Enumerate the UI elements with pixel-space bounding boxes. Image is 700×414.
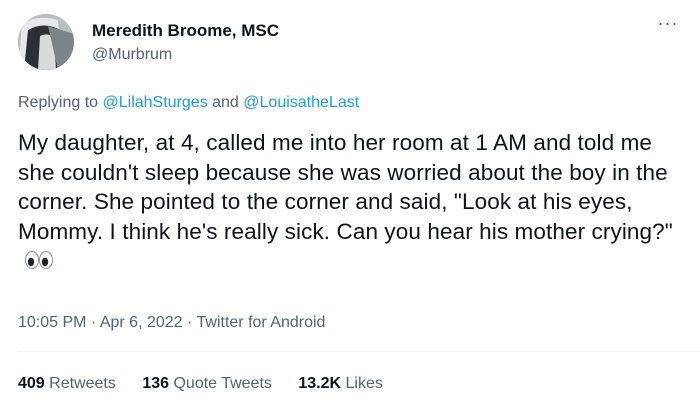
likes-stat[interactable]: 13.2K Likes [298,375,383,392]
tweet-time[interactable]: 10:05 PM [18,314,86,331]
tweet-source[interactable]: Twitter for Android [197,314,326,331]
tweet-header: Meredith Broome, MSC @Murbrum ··· [18,14,682,70]
retweets-label: Retweets [49,375,116,392]
profile-photo-icon [18,14,74,70]
tweet: Meredith Broome, MSC @Murbrum ··· Replyi… [0,0,700,414]
quote-tweets-count: 136 [142,375,170,392]
replying-to-joiner: and [207,94,244,111]
quote-tweets-label: Quote Tweets [173,375,272,392]
likes-count: 13.2K [298,375,342,392]
user-info: Meredith Broome, MSC @Murbrum [92,20,279,66]
replying-to: Replying to @LilahSturges and @Louisathe… [18,93,359,113]
mention-link[interactable]: @LouisatheLast [243,94,359,111]
retweets-stat[interactable]: 409 Retweets [18,375,116,392]
display-name[interactable]: Meredith Broome, MSC [92,20,279,42]
quote-tweets-stat[interactable]: 136 Quote Tweets [142,375,272,392]
replying-to-label: Replying to [18,94,103,111]
eyes-emoji-icon [24,247,54,277]
tweet-text-content: My daughter, at 4, called me into her ro… [18,130,673,244]
tweet-meta: 10:05 PM · Apr 6, 2022 · Twitter for And… [18,313,325,333]
likes-label: Likes [345,375,383,392]
user-handle[interactable]: @Murbrum [92,44,279,66]
meta-separator: · [182,314,197,331]
retweets-count: 409 [18,375,45,392]
tweet-text: My daughter, at 4, called me into her ro… [18,128,686,277]
tweet-stats: 409 Retweets 136 Quote Tweets 13.2K Like… [18,374,405,394]
divider [18,351,700,352]
avatar[interactable] [18,14,74,70]
meta-separator: · [86,314,100,331]
mention-link[interactable]: @LilahSturges [103,94,208,111]
more-options-icon[interactable]: ··· [654,14,682,36]
tweet-date[interactable]: Apr 6, 2022 [100,314,183,331]
